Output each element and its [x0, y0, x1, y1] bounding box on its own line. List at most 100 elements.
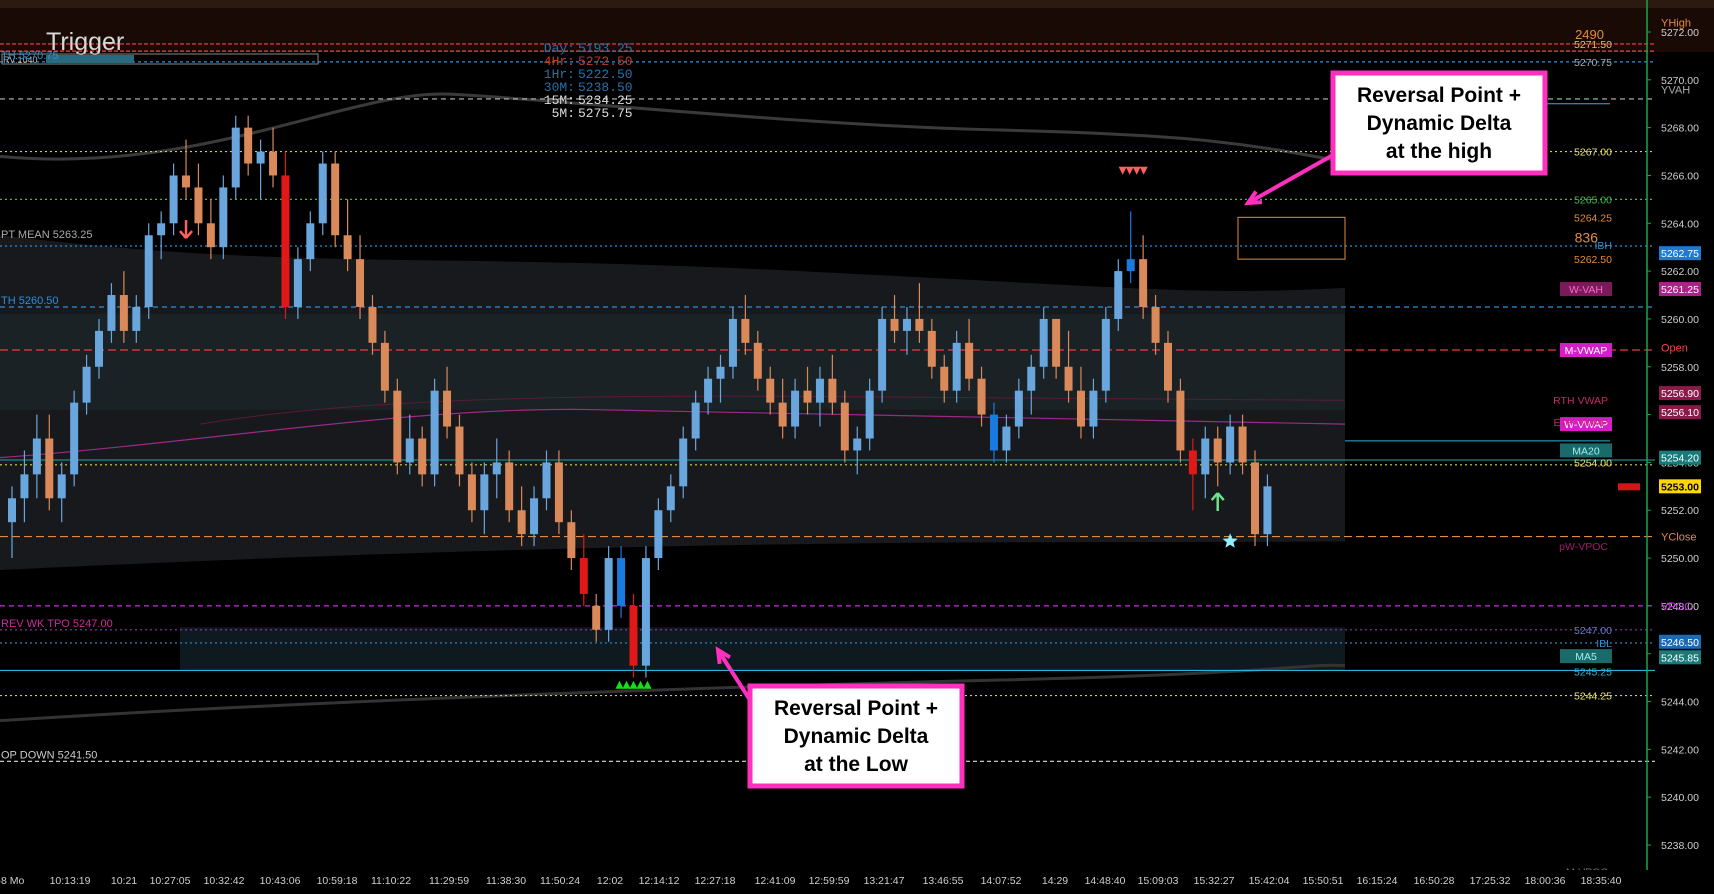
trading-chart: Trigger RV:1040 Day: 5193.25 4Hr: 5272.50 1Hr:… — [0, 0, 1714, 894]
axis-tick-label: 5264.00 — [1661, 218, 1699, 230]
left-level-label: TH 5260.50 — [1, 295, 58, 307]
axis-tick-label: 5262.00 — [1661, 266, 1699, 278]
time-axis-bg — [0, 870, 1714, 889]
candle-body — [32, 438, 41, 475]
candle-body — [530, 498, 539, 535]
candle-body — [244, 127, 253, 164]
candle-body — [1226, 426, 1235, 463]
right-level-label: 5262.50 — [1574, 254, 1612, 266]
side-label: pW-VPOC — [1559, 541, 1608, 553]
axis-tick-label: 5258.00 — [1661, 362, 1699, 374]
axis-tag-label: 5256.10 — [1661, 407, 1699, 419]
candle-body — [902, 318, 911, 331]
profile-curve-lower — [0, 663, 1346, 723]
candle-body — [741, 318, 750, 343]
candle-body — [356, 259, 365, 307]
marker-up-triangle — [636, 680, 645, 689]
left-level-label: OP DOWN 5241.50 — [1, 749, 97, 761]
side-label: ETH VWAP — [1554, 417, 1608, 429]
candle-body — [430, 390, 439, 475]
candle-body — [492, 462, 501, 475]
marker-down-triangle — [1139, 166, 1148, 175]
candle-body — [766, 378, 775, 403]
candle-body — [679, 438, 688, 487]
candle-body — [716, 366, 725, 379]
candle-body — [1201, 438, 1210, 475]
marker-up-triangle — [622, 680, 631, 689]
candle-body — [517, 510, 526, 535]
marker-down-arrow — [179, 220, 193, 239]
axis-tag-label: Open — [1661, 343, 1688, 355]
right-level-label: 5270.75 — [1574, 57, 1612, 69]
time-label: 16:15:24 — [1357, 875, 1398, 887]
candle-body — [617, 558, 626, 606]
candle-body — [1027, 366, 1036, 391]
candle-body — [1139, 259, 1148, 307]
candle-body — [1213, 438, 1222, 463]
candle-body — [1064, 366, 1073, 391]
candle-body — [1251, 462, 1259, 535]
candle-body — [107, 295, 116, 331]
time-label: 11:10:22 — [371, 875, 411, 887]
time-label: 14:29 — [1042, 875, 1068, 887]
candle-body — [1014, 390, 1023, 427]
candle-body — [828, 378, 837, 403]
callout-text: at the high — [1386, 140, 1492, 163]
axis-tag-label: 5261.25 — [1661, 284, 1699, 296]
side-label: RTH VWAP — [1553, 395, 1608, 407]
time-label: 15:09:03 — [1138, 875, 1179, 887]
price-marker — [1618, 483, 1640, 491]
axis-tag-label: 5246.50 — [1661, 637, 1699, 649]
candle-body — [977, 378, 986, 415]
axis-tick-label: 5268.00 — [1661, 123, 1699, 135]
candle-body — [82, 366, 91, 403]
marker-up-triangle — [643, 680, 652, 689]
time-label: 17:25:32 — [1470, 875, 1511, 887]
candle-body — [132, 306, 141, 331]
candle-body — [318, 163, 327, 224]
candle-body — [1151, 306, 1160, 343]
tag-label: MA20 — [1572, 445, 1600, 457]
range-box — [1237, 216, 1346, 260]
candle-body — [815, 378, 824, 403]
time-label: 12:41:09 — [755, 875, 796, 887]
axis-tag-label: 5245.85 — [1661, 652, 1699, 664]
candle-body — [952, 342, 961, 391]
candle-body — [343, 235, 352, 260]
candle-body — [505, 462, 514, 511]
time-label: 10:59:18 — [317, 875, 358, 887]
candle-body — [1188, 450, 1197, 475]
tag-label: W-VAH — [1569, 284, 1603, 296]
candle-body — [1052, 318, 1061, 367]
candle-body — [666, 486, 675, 511]
marker-down-triangle — [1132, 166, 1141, 175]
marker-up-triangle — [615, 680, 624, 689]
chart-svg: TriggerRV:1040Day: 5193.254Hr: 5272.501Hr:… — [0, 0, 1714, 894]
right-level-label: 5244.25 — [1574, 691, 1612, 703]
time-label: 11:50:24 — [540, 875, 580, 887]
candle-body — [467, 474, 476, 511]
right-level-label: 5264.25 — [1574, 212, 1612, 224]
candle-body — [803, 390, 812, 403]
candle-body — [567, 522, 576, 559]
time-label: 4-8 Mo — [0, 875, 24, 887]
candle-body — [331, 163, 340, 236]
candle-body — [778, 402, 787, 427]
candle-body — [654, 510, 663, 559]
candle-body — [691, 402, 700, 439]
candle-body — [418, 438, 427, 475]
candle-body — [915, 318, 924, 331]
candle-body — [940, 366, 949, 391]
time-label: 12:59:59 — [809, 875, 850, 887]
candle-body — [119, 295, 128, 331]
callout-text: Reversal Point + — [1357, 84, 1521, 107]
candle-body — [480, 474, 489, 511]
candle-body — [753, 342, 762, 379]
axis-tag-label: 5262.75 — [1661, 248, 1699, 260]
timeframe-label: 5M: — [552, 106, 575, 121]
left-level-label: TH 5270.75 — [1, 50, 58, 62]
candle-body — [791, 390, 800, 427]
rv-bar-fill — [46, 55, 134, 63]
candle-body — [1176, 390, 1185, 451]
time-label: 15:42:04 — [1249, 875, 1290, 887]
